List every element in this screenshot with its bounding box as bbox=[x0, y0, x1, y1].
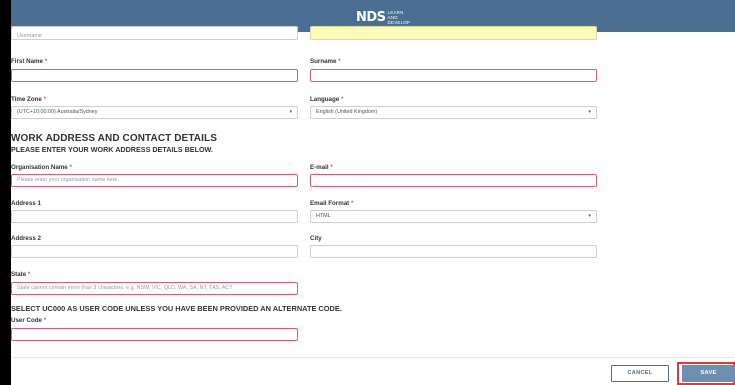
left-edge-strip bbox=[0, 0, 11, 385]
registration-form: Username First Name * Surname * Time Zon… bbox=[11, 26, 735, 385]
organisation-name-input[interactable]: Please enter your organisation name here… bbox=[11, 174, 298, 187]
username-input[interactable]: Username bbox=[11, 26, 298, 40]
logo-mark: NDS bbox=[356, 9, 386, 25]
state-input[interactable]: State cannot contain more than 3 charact… bbox=[11, 282, 298, 295]
surname-label: Surname * bbox=[310, 58, 341, 65]
email-input[interactable] bbox=[310, 174, 597, 187]
email-format-label: Email Format * bbox=[310, 200, 354, 207]
work-section-title: WORK ADDRESS AND CONTACT DETAILS bbox=[11, 133, 217, 144]
surname-input[interactable] bbox=[310, 69, 597, 82]
first-name-label: First Name * bbox=[11, 58, 48, 65]
address1-input[interactable] bbox=[11, 210, 298, 223]
nds-logo: NDS LEARN AND DEVELOP bbox=[356, 9, 410, 25]
language-label: Language * bbox=[310, 96, 344, 103]
chevron-down-icon: ▾ bbox=[289, 109, 292, 115]
user-code-note: SELECT UC000 AS USER CODE UNLESS YOU HAV… bbox=[11, 304, 342, 313]
city-label: City bbox=[310, 235, 322, 242]
address2-input[interactable] bbox=[11, 245, 298, 258]
state-label: State * bbox=[11, 271, 31, 278]
work-section-subtitle: PLEASE ENTER YOUR WORK ADDRESS DETAILS B… bbox=[11, 145, 213, 154]
cancel-button[interactable]: CANCEL bbox=[611, 365, 669, 382]
address1-label: Address 1 bbox=[11, 200, 41, 207]
user-code-label: User Code * bbox=[11, 317, 47, 324]
email-label: E-mail * bbox=[310, 164, 333, 171]
time-zone-label: Time Zone * bbox=[11, 96, 46, 103]
organisation-name-label: Organisation Name * bbox=[11, 164, 72, 171]
save-button[interactable]: SAVE bbox=[682, 365, 735, 382]
email-format-select[interactable]: HTML ▾ bbox=[310, 210, 597, 223]
chevron-down-icon: ▾ bbox=[588, 213, 591, 219]
chevron-down-icon: ▾ bbox=[588, 109, 591, 115]
city-input[interactable] bbox=[310, 245, 597, 258]
time-zone-select[interactable]: (UTC+10:00:00) Australia/Sydney ▾ bbox=[11, 106, 298, 119]
first-name-input[interactable] bbox=[11, 69, 298, 82]
password-input[interactable] bbox=[310, 26, 597, 40]
footer-divider bbox=[11, 357, 735, 358]
logo-text: LEARN AND DEVELOP bbox=[387, 9, 411, 25]
language-select[interactable]: English (United Kingdom) ▾ bbox=[310, 106, 597, 119]
user-code-input[interactable] bbox=[11, 328, 298, 341]
address2-label: Address 2 bbox=[11, 235, 41, 242]
